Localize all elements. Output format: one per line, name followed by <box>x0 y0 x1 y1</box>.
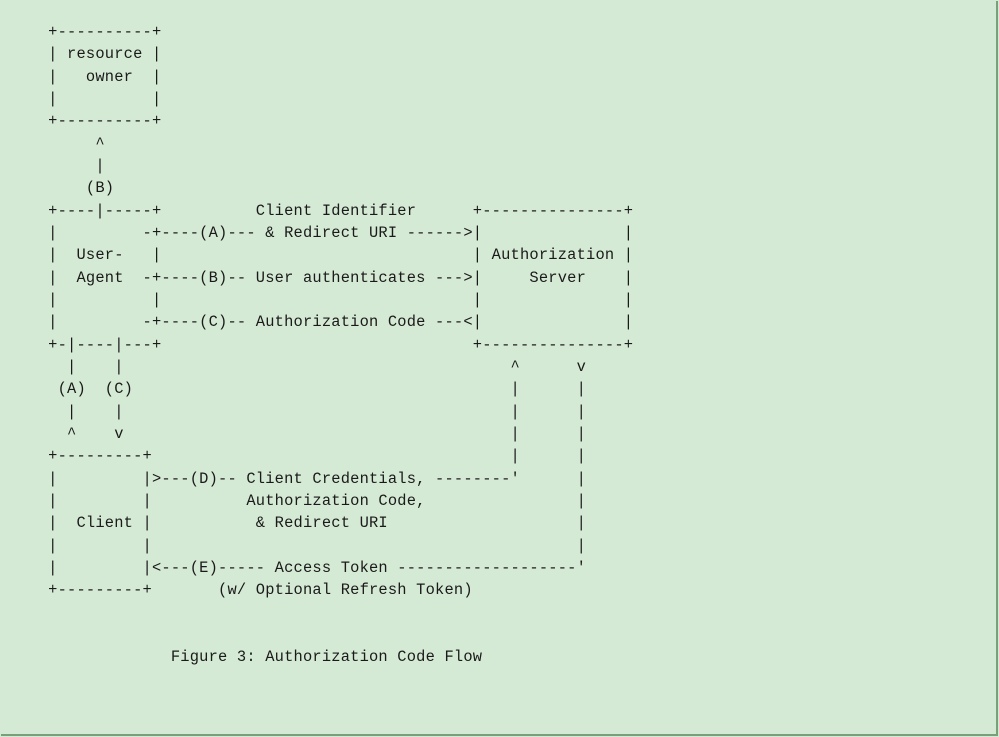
ascii-diagram: +----------+ | resource | | owner | | | … <box>1 1 996 669</box>
diagram-frame: +----------+ | resource | | owner | | | … <box>1 1 998 736</box>
